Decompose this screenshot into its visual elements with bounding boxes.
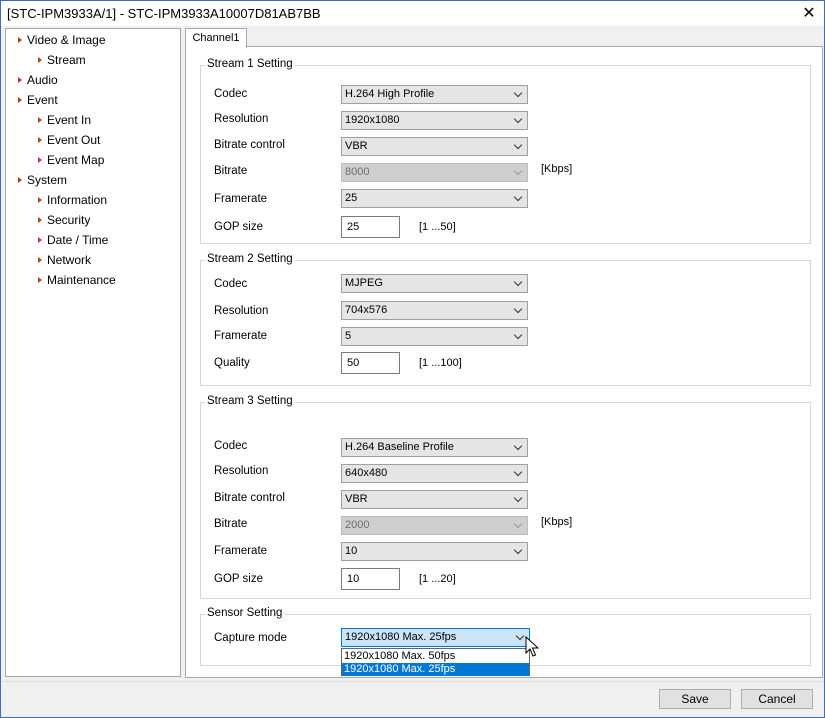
tree-item-security[interactable]: Security bbox=[38, 211, 90, 229]
chevron-down-icon bbox=[513, 166, 523, 176]
tree-item-event[interactable]: Event bbox=[18, 91, 58, 109]
tree-item-stream[interactable]: Stream bbox=[38, 51, 86, 69]
chevron-down-icon bbox=[513, 467, 523, 477]
stream3-gop-input[interactable]: 10 bbox=[341, 568, 400, 590]
stream3-bitrate-unit: [Kbps] bbox=[541, 516, 573, 528]
tree-item-information[interactable]: Information bbox=[38, 191, 107, 209]
chevron-down-icon bbox=[513, 493, 523, 503]
caret-right-icon bbox=[38, 197, 42, 203]
stream1-codec-select[interactable]: H.264 High Profile bbox=[341, 85, 528, 104]
stream1-gop-input[interactable]: 25 bbox=[341, 216, 400, 238]
chevron-down-icon bbox=[515, 631, 525, 641]
stream3-codec-select[interactable]: H.264 Baseline Profile bbox=[341, 438, 528, 457]
tree-item-event-in[interactable]: Event In bbox=[38, 111, 91, 129]
stream1-resolution-label: Resolution bbox=[214, 113, 269, 125]
stream2-quality-input[interactable]: 50 bbox=[341, 352, 400, 374]
chevron-down-icon bbox=[513, 277, 523, 287]
stream2-title: Stream 2 Setting bbox=[205, 253, 295, 265]
tree-item-maintenance[interactable]: Maintenance bbox=[38, 271, 116, 289]
stream1-bitrate-label: Bitrate bbox=[214, 165, 248, 177]
stream3-framerate-label: Framerate bbox=[214, 545, 268, 557]
stream3-bitrate-control-label: Bitrate control bbox=[214, 492, 285, 504]
stream3-title: Stream 3 Setting bbox=[205, 395, 295, 407]
chevron-down-icon bbox=[513, 304, 523, 314]
chevron-down-icon bbox=[513, 545, 523, 555]
save-button[interactable]: Save bbox=[659, 689, 731, 709]
stream1-gop-range: [1 ...50] bbox=[419, 221, 456, 233]
footer-separator bbox=[1, 681, 824, 682]
caret-right-icon bbox=[38, 157, 42, 163]
close-icon[interactable]: ✕ bbox=[794, 1, 824, 26]
capture-mode-option[interactable]: 1920x1080 Max. 50fps bbox=[342, 650, 529, 663]
caret-right-icon bbox=[38, 237, 42, 243]
stream1-framerate-label: Framerate bbox=[214, 193, 268, 205]
tree-item-system[interactable]: System bbox=[18, 171, 67, 189]
capture-mode-label: Capture mode bbox=[214, 632, 287, 644]
stream3-codec-label: Codec bbox=[214, 440, 248, 452]
chevron-down-icon bbox=[513, 330, 523, 340]
caret-right-icon bbox=[18, 97, 22, 103]
caret-right-icon bbox=[38, 257, 42, 263]
stream1-codec-label: Codec bbox=[214, 88, 248, 100]
stream1-bitrate-control-select[interactable]: VBR bbox=[341, 137, 528, 156]
chevron-down-icon bbox=[513, 192, 523, 202]
tree-item-audio[interactable]: Audio bbox=[18, 71, 58, 89]
tab-channel1[interactable]: Channel1 bbox=[185, 28, 247, 48]
stream3-framerate-select[interactable]: 10 bbox=[341, 542, 528, 561]
stream1-title: Stream 1 Setting bbox=[205, 58, 295, 70]
tree-item-date-time[interactable]: Date / Time bbox=[38, 231, 108, 249]
caret-right-icon bbox=[38, 277, 42, 283]
stream3-bitrate-select: 2000 bbox=[341, 516, 528, 535]
stream3-bitrate-label: Bitrate bbox=[214, 518, 248, 530]
capture-mode-dropdown-list: 1920x1080 Max. 50fps 1920x1080 Max. 25fp… bbox=[341, 648, 530, 676]
caret-right-icon bbox=[18, 37, 22, 43]
title-bar: [STC-IPM3933A/1] - STC-IPM3933A10007D81A… bbox=[1, 1, 824, 26]
stream2-quality-range: [1 ...100] bbox=[419, 357, 462, 369]
caret-right-icon bbox=[18, 77, 22, 83]
caret-right-icon bbox=[38, 57, 42, 63]
caret-right-icon bbox=[38, 137, 42, 143]
caret-right-icon bbox=[38, 217, 42, 223]
stream3-gop-label: GOP size bbox=[214, 573, 263, 585]
chevron-down-icon bbox=[513, 114, 523, 124]
stream2-codec-select[interactable]: MJPEG bbox=[341, 274, 528, 293]
stream3-resolution-select[interactable]: 640x480 bbox=[341, 464, 528, 483]
stream1-bitrate-unit: [Kbps] bbox=[541, 163, 573, 175]
stream1-framerate-select[interactable]: 25 bbox=[341, 189, 528, 208]
stream1-bitrate-select: 8000 bbox=[341, 163, 528, 182]
tree-item-event-map[interactable]: Event Map bbox=[38, 151, 104, 169]
stream3-resolution-label: Resolution bbox=[214, 465, 269, 477]
sensor-title: Sensor Setting bbox=[205, 607, 285, 619]
settings-window: [STC-IPM3933A/1] - STC-IPM3933A10007D81A… bbox=[0, 0, 825, 718]
stream1-bitrate-control-label: Bitrate control bbox=[214, 139, 285, 151]
stream1-resolution-select[interactable]: 1920x1080 bbox=[341, 111, 528, 130]
caret-right-icon bbox=[18, 177, 22, 183]
stream2-resolution-select[interactable]: 704x576 bbox=[341, 301, 528, 320]
stream2-framerate-label: Framerate bbox=[214, 330, 268, 342]
stream2-framerate-select[interactable]: 5 bbox=[341, 327, 528, 346]
chevron-down-icon bbox=[513, 441, 523, 451]
stream2-resolution-label: Resolution bbox=[214, 305, 269, 317]
capture-mode-option-highlighted[interactable]: 1920x1080 Max. 25fps bbox=[342, 663, 529, 676]
stream2-codec-label: Codec bbox=[214, 278, 248, 290]
tree-item-video-image[interactable]: Video & Image bbox=[18, 31, 106, 49]
stream2-quality-label: Quality bbox=[214, 357, 250, 369]
chevron-down-icon bbox=[513, 519, 523, 529]
cancel-button[interactable]: Cancel bbox=[741, 689, 813, 709]
tree-item-event-out[interactable]: Event Out bbox=[38, 131, 100, 149]
stream3-bitrate-control-select[interactable]: VBR bbox=[341, 490, 528, 509]
stream1-gop-label: GOP size bbox=[214, 221, 263, 233]
stream3-gop-range: [1 ...20] bbox=[419, 573, 456, 585]
capture-mode-select[interactable]: 1920x1080 Max. 25fps bbox=[341, 628, 530, 647]
chevron-down-icon bbox=[513, 88, 523, 98]
mouse-pointer-icon bbox=[525, 636, 539, 657]
caret-right-icon bbox=[38, 117, 42, 123]
window-title: [STC-IPM3933A/1] - STC-IPM3933A10007D81A… bbox=[7, 6, 321, 21]
chevron-down-icon bbox=[513, 140, 523, 150]
tree-item-network[interactable]: Network bbox=[38, 251, 91, 269]
navigation-tree: Video & Image Stream Audio Event Event I… bbox=[5, 28, 181, 677]
